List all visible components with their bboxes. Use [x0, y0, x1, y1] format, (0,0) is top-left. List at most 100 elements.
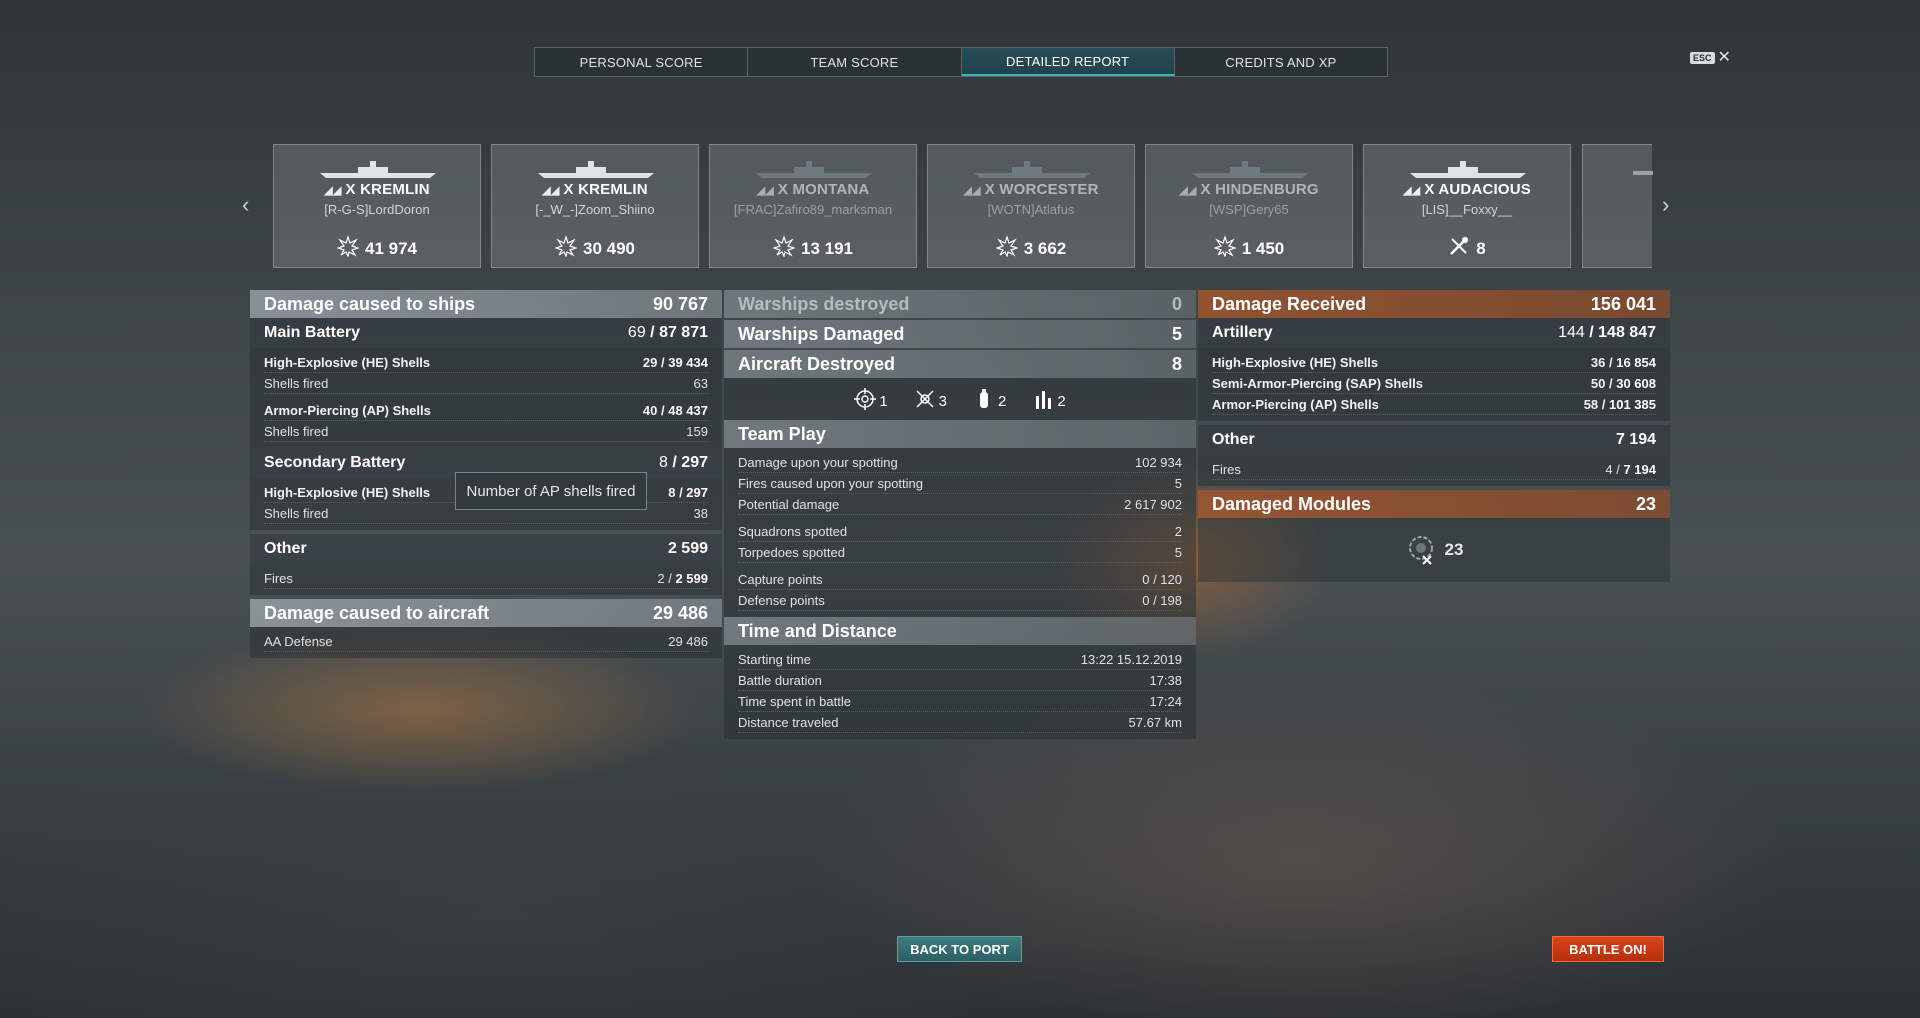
fires-row: Fires 2 / 2 599 — [264, 568, 708, 589]
crosshair-icon: 1 — [854, 388, 888, 410]
ship-card[interactable]: ◢◢ X HINDENBURG [WSP]Gery65 1 450 — [1145, 144, 1353, 268]
other-damage-header: Other 2 599 — [250, 534, 722, 564]
ship-card[interactable]: ◢◢ X WORCESTER [WOTN]Atlafus 3 662 — [927, 144, 1135, 268]
ship-class-icon: ◢◢ — [1179, 185, 1197, 197]
ship-stat: 1 450 — [1146, 235, 1352, 262]
ship-card[interactable]: ◢◢ X KREMLIN [-_W_-]Zoom_Shiino 30 490 — [491, 144, 699, 268]
received-other-header: Other 7 194 — [1198, 425, 1670, 455]
ship-card-partial[interactable] — [1582, 144, 1653, 268]
ship-class-icon: ◢◢ — [542, 185, 560, 197]
ship-silhouette-icon — [756, 161, 872, 178]
ship-stat: 30 490 — [492, 235, 698, 262]
ship-name: ◢◢ X KREMLIN — [324, 181, 430, 198]
team-play-header: Team Play — [724, 420, 1196, 448]
received-ap-row: Armor-Piercing (AP) Shells 58 / 101 385 — [1212, 394, 1656, 415]
spotting-damage-row: Damage upon your spotting 102 934 — [738, 452, 1182, 473]
damage-icon — [336, 235, 360, 262]
capture-points-row: Capture points 0 / 120 — [738, 569, 1182, 590]
battle-on-button[interactable]: BATTLE ON! — [1552, 936, 1664, 962]
ship-silhouette-icon — [1410, 161, 1526, 178]
battle-duration-row: Battle duration 17:38 — [738, 670, 1182, 691]
ship-silhouette-icon — [1633, 171, 1653, 175]
aa-defense-row: AA Defense 29 486 — [264, 631, 708, 652]
ship-class-icon: ◢◢ — [324, 185, 342, 197]
warships-damaged-header: Warships Damaged 5 — [724, 320, 1196, 348]
back-to-port-button[interactable]: BACK TO PORT — [897, 936, 1022, 962]
ship-name: ◢◢ X WORCESTER — [963, 181, 1099, 198]
he-shells-row: High-Explosive (HE) Shells 29 / 39 434 — [264, 352, 708, 373]
ship-class-icon: ◢◢ — [756, 185, 774, 197]
player-name: [FRAC]Zafiro89_marksman — [733, 202, 893, 217]
ribbon-icons: 1 3 2 2 — [724, 378, 1196, 420]
time-distance-header: Time and Distance — [724, 617, 1196, 645]
ship-name: ◢◢ X HINDENBURG — [1179, 181, 1319, 198]
starting-time-row: Starting time 13:22 15.12.2019 — [738, 649, 1182, 670]
warships-destroyed-header: Warships destroyed 0 — [724, 290, 1196, 318]
received-he-row: High-Explosive (HE) Shells 36 / 16 854 — [1212, 352, 1656, 373]
damage-icon — [1212, 235, 1237, 262]
defense-points-row: Defense points 0 / 198 — [738, 590, 1182, 611]
ship-stat: 13 191 — [710, 235, 916, 262]
player-name: [LIS]__Foxxy__ — [1421, 202, 1513, 217]
ship-card[interactable]: ◢◢ X AUDACIOUS [LIS]__Foxxy__ 8 — [1363, 144, 1571, 268]
aircraft-destroyed-icon — [1448, 235, 1470, 262]
ship-class-icon: ◢◢ — [963, 185, 981, 197]
tab-team-score[interactable]: TEAM SCORE — [748, 48, 962, 76]
received-fires-row: Fires 4 / 7 194 — [1212, 459, 1656, 480]
ship-name: ◢◢ X KREMLIN — [542, 181, 648, 198]
close-icon: ✕ — [1717, 49, 1731, 66]
damaged-modules-panel: 23 — [1198, 518, 1670, 582]
he-shells-fired-row: Shells fired 63 — [264, 373, 708, 394]
ship-silhouette-icon — [974, 161, 1090, 178]
ship-card[interactable]: ◢◢ X MONTANA [FRAC]Zafiro89_marksman 13 191 — [709, 144, 917, 268]
carousel-next-arrow-icon[interactable]: › — [1662, 192, 1669, 218]
ship-stat: 8 — [1364, 235, 1570, 262]
battle-summary-column: Warships destroyed 0 Warships Damaged 5 Ai… — [724, 290, 1196, 739]
time-in-battle-row: Time spent in battle 17:24 — [738, 691, 1182, 712]
torpedoes-spotted-row: Torpedoes spotted 5 — [738, 542, 1182, 563]
damaged-module-icon — [1408, 536, 1433, 565]
spotting-fires-row: Fires caused upon your spotting 5 — [738, 473, 1182, 494]
ship-class-icon: ◢◢ — [1403, 185, 1421, 197]
report-tabs: PERSONAL SCORE TEAM SCORE DETAILED REPOR… — [534, 47, 1388, 77]
received-sap-row: Semi-Armor-Piercing (SAP) Shells 50 / 30 … — [1212, 373, 1656, 394]
damage-received-header: Damage Received 156 041 — [1198, 290, 1670, 318]
player-name: [WOTN]Atlafus — [987, 202, 1075, 217]
damage-icon — [994, 235, 1019, 262]
damage-icon — [554, 235, 578, 262]
tab-detailed-report[interactable]: DETAILED REPORT — [961, 48, 1175, 76]
citadel-icon: 2 — [1032, 388, 1066, 410]
ap-shells-row: Armor-Piercing (AP) Shells 40 / 48 437 — [264, 400, 708, 421]
aircraft-destroyed-header: Aircraft Destroyed 8 — [724, 350, 1196, 378]
damage-received-column: Damage Received 156 041 Artillery 144 / 14… — [1198, 290, 1670, 582]
player-name: [-_W_-]Zoom_Shiino — [535, 202, 655, 217]
esc-key-badge: ESC — [1690, 52, 1715, 64]
ship-name: ◢◢ X MONTANA — [756, 181, 870, 198]
player-name: [R-G-S]LordDoron — [324, 202, 430, 217]
potential-damage-row: Potential damage 2 617 902 — [738, 494, 1182, 515]
ship-name: ◢◢ X AUDACIOUS — [1403, 181, 1531, 198]
close-button[interactable]: ESC ✕ — [1690, 49, 1731, 66]
damage-aircraft-header: Damage caused to aircraft 29 486 — [250, 599, 722, 627]
flooding-icon: 2 — [973, 388, 1006, 410]
squadrons-spotted-row: Squadrons spotted 2 — [738, 521, 1182, 542]
carousel-prev-arrow-icon[interactable]: ‹ — [242, 192, 249, 218]
ship-stat: 3 662 — [928, 235, 1134, 262]
fire-icon: 3 — [914, 388, 947, 410]
distance-row: Distance traveled 57.67 km — [738, 712, 1182, 733]
tab-personal-score[interactable]: PERSONAL SCORE — [535, 48, 749, 76]
player-name: [WSP]Gery65 — [1209, 202, 1289, 217]
damage-icon — [772, 235, 796, 262]
artillery-header: Artillery 144 / 148 847 — [1198, 318, 1670, 348]
ship-silhouette-icon — [320, 161, 436, 178]
tooltip: Number of AP shells fired — [455, 472, 647, 510]
damaged-modules-header: Damaged Modules 23 — [1198, 490, 1670, 518]
ship-silhouette-icon — [1192, 161, 1308, 178]
ship-silhouette-icon — [538, 161, 654, 178]
tab-credits-xp[interactable]: CREDITS AND XP — [1175, 48, 1387, 76]
main-battery-header: Main Battery 69 / 87 871 — [250, 318, 722, 348]
ship-card[interactable]: ◢◢ X KREMLIN [R-G-S]LordDoron 41 974 — [273, 144, 481, 268]
ap-shells-fired-row[interactable]: Shells fired 159 — [264, 421, 708, 442]
damage-ships-header: Damage caused to ships 90 767 — [250, 290, 722, 318]
ship-stat: 41 974 — [274, 235, 480, 262]
